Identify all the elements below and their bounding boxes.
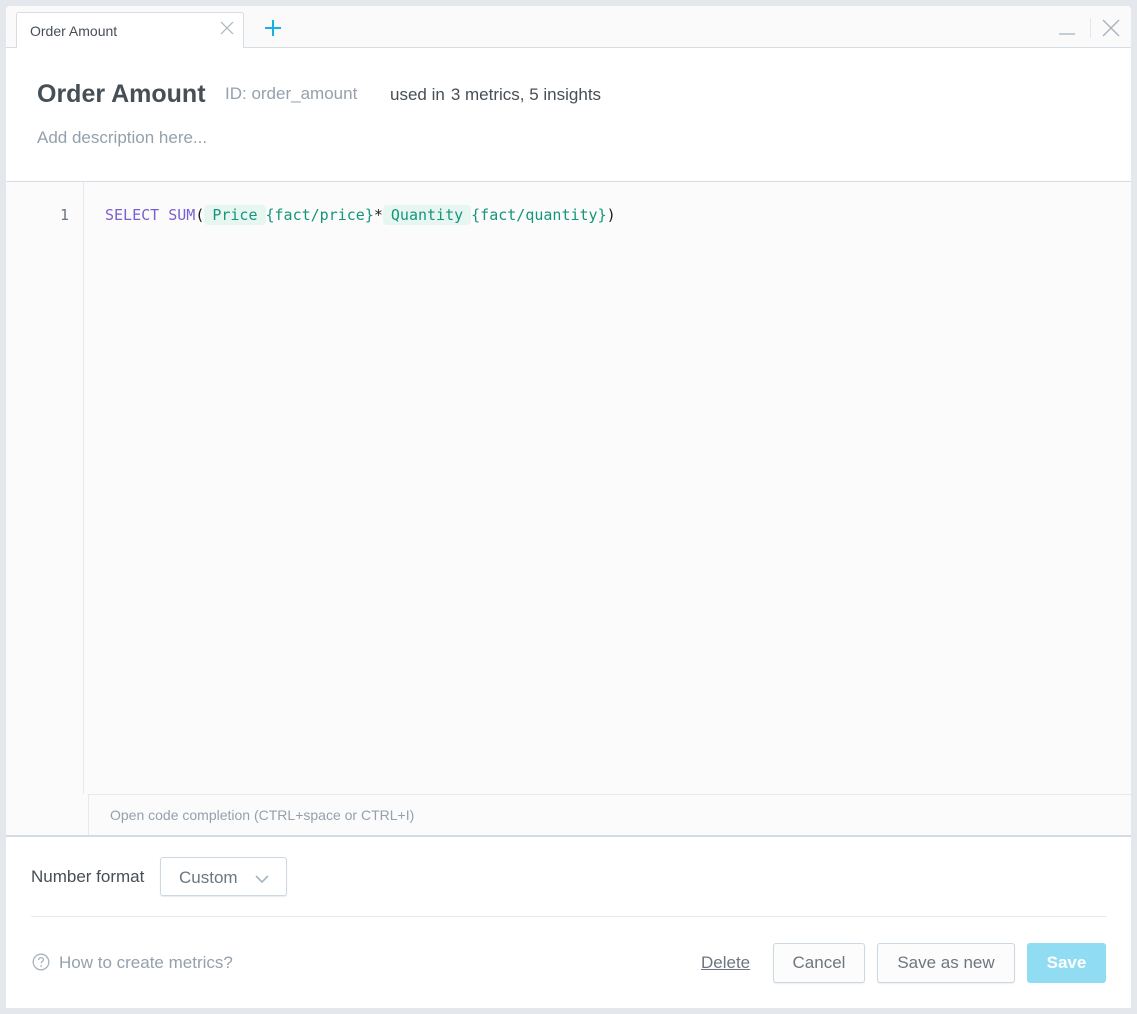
maql-editor[interactable]: 1 SELECT SUM(Price {fact/price}* Quantity{… [6,182,1131,835]
description-input[interactable]: Add description here... [37,128,207,148]
used-in-info: used in 3 metrics, 5 insights [390,85,601,105]
code-completion-hint[interactable]: Open code completion (CTRL+space or CTRL… [110,807,414,823]
code-open-paren: ( [195,206,205,224]
number-format-label: Number format [31,867,145,886]
metric-title[interactable]: Order Amount [37,80,206,109]
number-format-value: Custom [179,868,238,887]
code-completion-bar[interactable]: Open code completion (CTRL+space or CTRL… [88,794,1131,835]
code-line[interactable]: SELECT SUM(Price {fact/price}* Quantity {fa… [105,204,616,226]
used-in-count[interactable]: 3 metrics, 5 insights [451,85,601,104]
number-format-dropdown[interactable]: Custom [160,857,287,896]
code-operator: * [373,206,383,224]
save-as-new-button[interactable]: Save as new [877,943,1015,983]
tab-order-amount[interactable]: Order Amount [16,12,244,48]
window-controls-divider [1090,18,1091,38]
tab-label: Order Amount [30,23,118,39]
code-close-paren: ) [606,206,616,224]
line-number: 1 [59,206,69,224]
fact-reference-id: {fact/price} [265,206,374,224]
delete-button[interactable]: Delete [701,953,750,973]
metric-editor-dialog: Order Amount Order Amount ID: order_amou… [6,6,1131,1008]
metric-header: Order Amount ID: order_amount used in 3 m… [6,48,1131,182]
plus-icon[interactable] [264,19,282,37]
metric-id: ID: order_amount [225,84,358,103]
minimize-icon[interactable] [1057,20,1077,40]
used-in-label: used in [390,85,445,104]
code-function: SUM [168,206,196,224]
question-circle-icon [32,953,50,971]
cancel-button[interactable]: Cancel [773,943,865,983]
fact-reference-chip[interactable]: Price [204,205,266,225]
footer-divider [31,916,1106,917]
save-button[interactable]: Save [1027,943,1106,983]
help-link-text: How to create metrics? [59,953,233,972]
close-icon[interactable] [1101,18,1121,38]
code-keyword: SELECT [105,206,160,224]
editor-divider [6,835,1131,837]
fact-reference-chip[interactable]: Quantity [382,205,472,225]
fact-reference-id: {fact/quantity} [471,206,607,224]
tab-bar: Order Amount [6,6,1131,48]
line-gutter: 1 [6,182,84,794]
chevron-down-icon [255,871,269,884]
close-icon[interactable] [219,20,235,36]
